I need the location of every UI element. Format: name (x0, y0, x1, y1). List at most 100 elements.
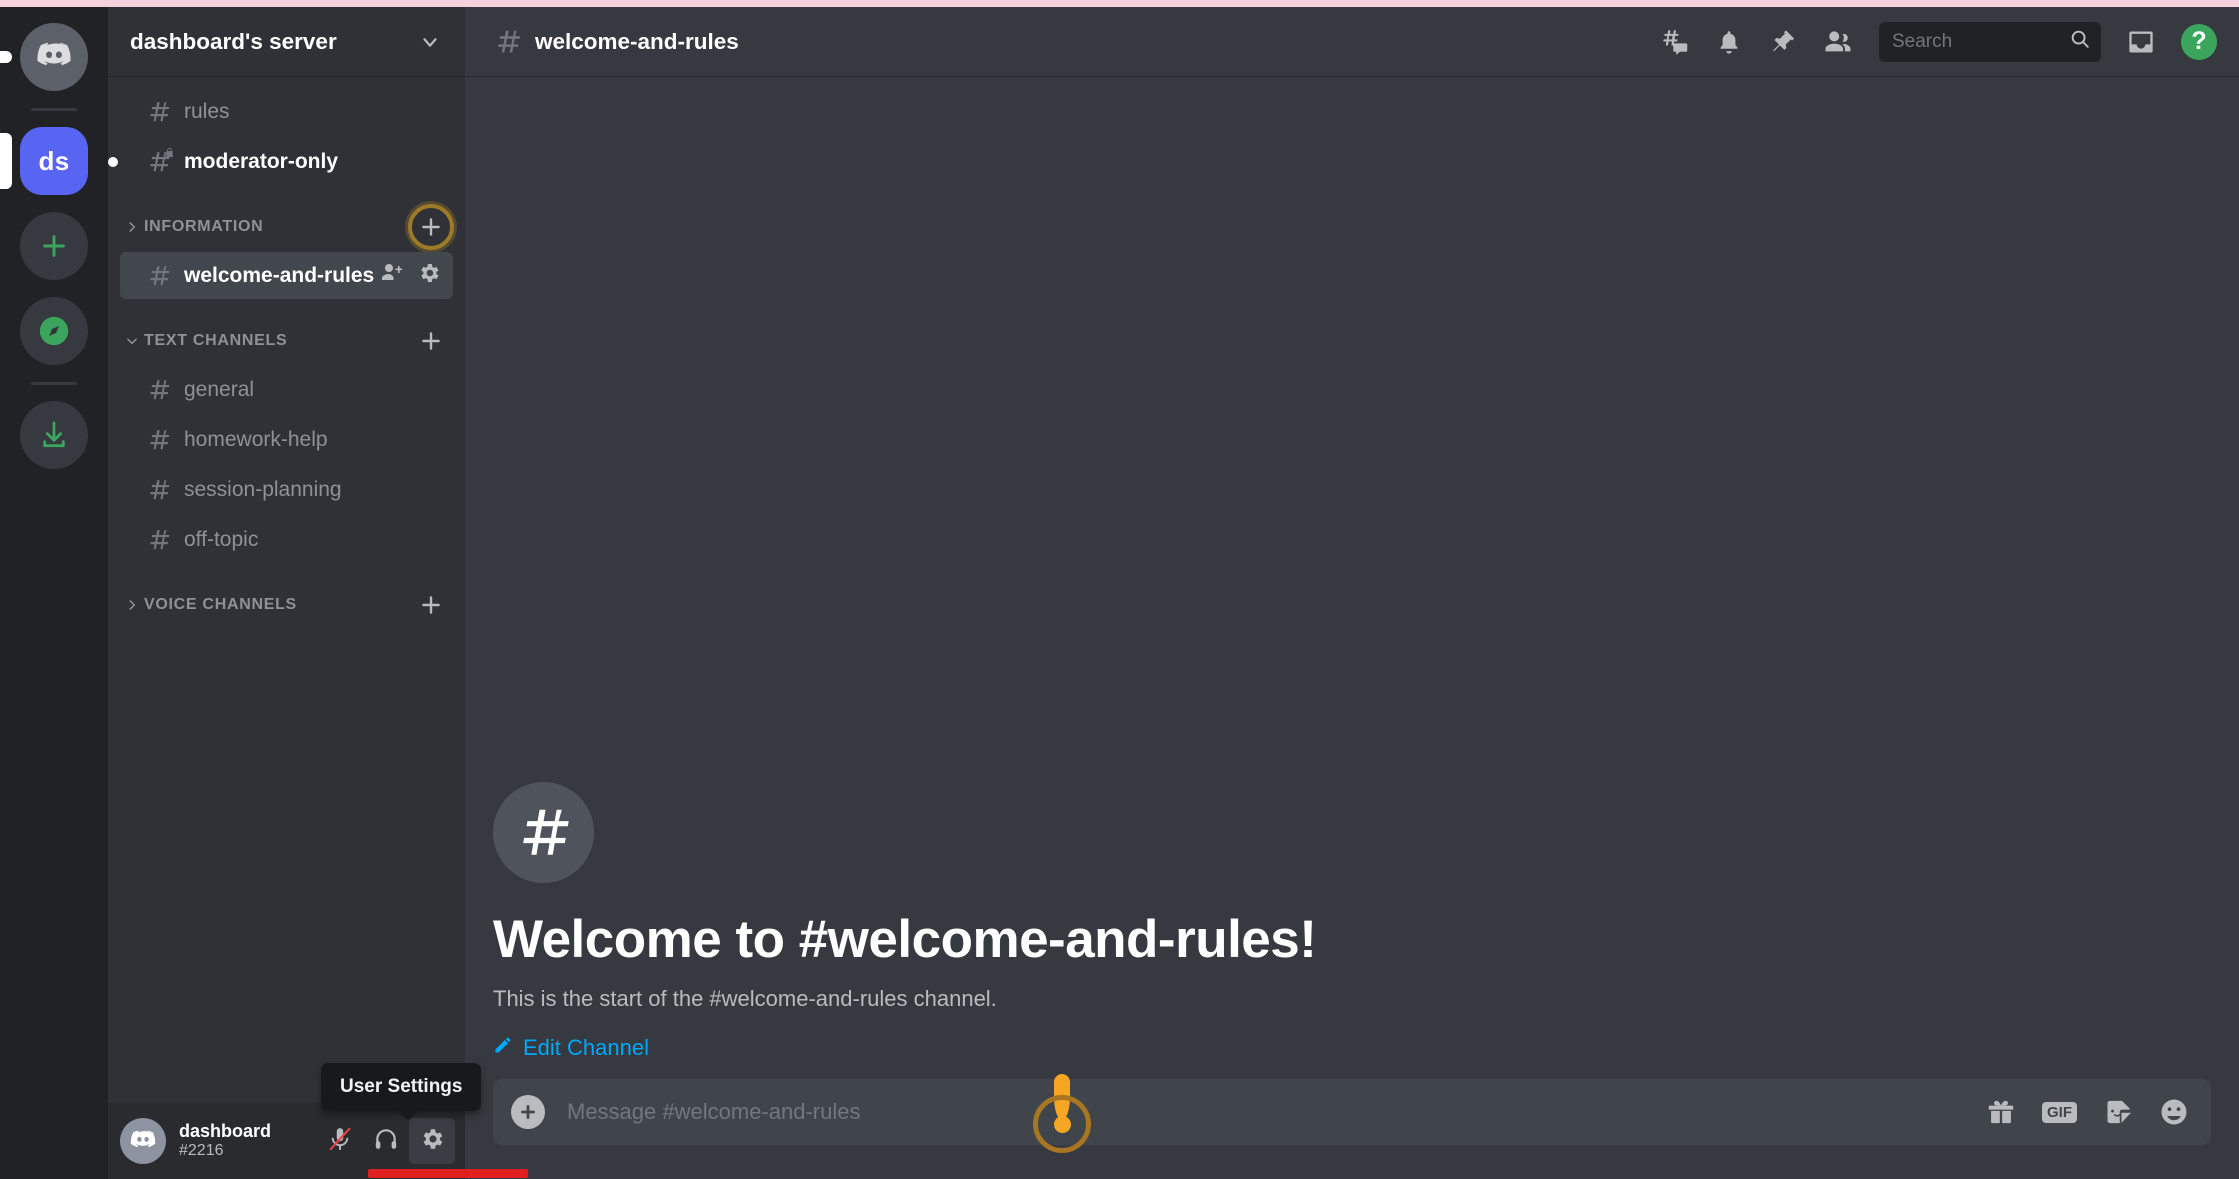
channel-row-welcome-and-rules[interactable]: welcome-and-rules (120, 252, 453, 299)
channel-name: welcome-and-rules (184, 263, 375, 287)
download-apps-button[interactable] (20, 401, 88, 469)
edit-channel-gear-icon[interactable] (417, 261, 441, 290)
user-name: dashboard (179, 1121, 272, 1142)
category-header-voice-channels[interactable]: VOICE CHANNELS (120, 585, 453, 625)
user-meta[interactable]: dashboard #2216 (179, 1121, 317, 1160)
hash-icon (144, 261, 174, 291)
add-server-button[interactable] (20, 212, 88, 280)
hash-icon (493, 27, 523, 57)
main-content: welcome-and-rules Search ? Welcome to #w… (465, 7, 2239, 1179)
channel-row-moderator-only[interactable]: moderator-only (108, 138, 453, 185)
unread-indicator (108, 156, 118, 167)
channel-row-general[interactable]: general (120, 366, 453, 413)
edit-channel-label: Edit Channel (523, 1035, 649, 1060)
server-active-pill (0, 133, 12, 189)
threads-icon[interactable] (1661, 28, 1689, 56)
channel-row-actions (380, 261, 441, 290)
rail-divider-top (31, 108, 77, 111)
user-settings-tooltip: User Settings (321, 1063, 482, 1120)
avatar[interactable] (120, 1118, 166, 1164)
user-settings-button[interactable] (409, 1118, 455, 1164)
microphone-muted-icon (327, 1126, 353, 1157)
gear-icon (419, 1126, 445, 1157)
search-icon (2069, 28, 2091, 55)
gif-icon[interactable]: GIF (2042, 1101, 2077, 1123)
channel-sidebar: dashboard's server rules moderator-only … (108, 7, 528, 1179)
page-title: welcome-and-rules (535, 28, 739, 54)
chevron-down-icon (419, 31, 441, 53)
sticker-icon[interactable] (2104, 1098, 2132, 1126)
category-header-information[interactable]: INFORMATION (120, 204, 454, 250)
chevron-down-icon (124, 334, 140, 348)
hash-icon (493, 782, 594, 883)
composer-toolbar: GIF (1987, 1097, 2189, 1127)
channel-list[interactable]: rules moderator-only INFORMATION welcome… (108, 76, 465, 1103)
download-icon (20, 401, 88, 469)
channel-welcome-block: Welcome to #welcome-and-rules! This is t… (493, 782, 2211, 1061)
home-button[interactable] (0, 23, 88, 91)
explore-servers-button[interactable] (20, 297, 88, 365)
hash-icon (144, 425, 174, 455)
category-label: INFORMATION (144, 218, 264, 235)
top-accent-strip (0, 0, 2239, 7)
create-invite-icon[interactable] (380, 261, 404, 290)
welcome-title: Welcome to #welcome-and-rules! (493, 910, 1317, 969)
channel-row-homework-help[interactable]: homework-help (120, 416, 453, 463)
compass-icon (20, 297, 88, 365)
add-channel-button-text-channels[interactable] (417, 327, 445, 355)
category-header-text-channels[interactable]: TEXT CHANNELS (120, 321, 453, 361)
composer-wrapper: Message #welcome-and-rules GIF (465, 1074, 2239, 1179)
emoji-icon[interactable] (2159, 1097, 2189, 1127)
attach-file-button[interactable] (511, 1095, 545, 1129)
search-input[interactable]: Search (1879, 21, 2101, 62)
rail-divider-bottom (31, 382, 77, 385)
channel-name: rules (184, 99, 230, 123)
message-input[interactable]: Message #welcome-and-rules (567, 1099, 1987, 1125)
hash-icon (144, 375, 174, 405)
message-list: Welcome to #welcome-and-rules! This is t… (465, 76, 2239, 1079)
plus-icon (20, 212, 88, 280)
search-placeholder: Search (1892, 30, 1953, 52)
add-channel-button-voice-channels[interactable] (417, 591, 445, 619)
server-avatar: ds (20, 127, 88, 195)
help-button[interactable]: ? (2181, 23, 2217, 60)
gift-icon[interactable] (1987, 1098, 2015, 1126)
channel-row-session-planning[interactable]: session-planning (120, 466, 453, 513)
header-toolbar: Search ? (1661, 21, 2217, 62)
hash-icon (144, 475, 174, 505)
channel-name: moderator-only (184, 149, 339, 173)
pin-icon[interactable] (1769, 28, 1797, 56)
hash-icon (144, 97, 174, 127)
channel-name: session-planning (184, 477, 342, 501)
hash-icon (144, 525, 174, 555)
discord-logo-icon (20, 23, 88, 91)
category-label: VOICE CHANNELS (144, 596, 297, 613)
headphones-icon (373, 1126, 399, 1157)
category-label: TEXT CHANNELS (144, 332, 288, 349)
message-composer[interactable]: Message #welcome-and-rules GIF (493, 1079, 2211, 1145)
channel-row-rules[interactable]: rules (120, 88, 453, 135)
channel-header: welcome-and-rules Search ? (465, 7, 2239, 76)
channel-row-off-topic[interactable]: off-topic (120, 516, 453, 563)
chevron-right-icon (124, 598, 140, 612)
inbox-icon[interactable] (2127, 28, 2155, 56)
server-ds[interactable]: ds (0, 127, 88, 195)
server-rail: ds (0, 7, 108, 1179)
members-icon[interactable] (1823, 27, 1853, 57)
mute-button[interactable] (317, 1118, 363, 1164)
chevron-right-icon (124, 220, 140, 234)
welcome-subtitle: This is the start of the #welcome-and-ru… (493, 986, 997, 1011)
server-name: dashboard's server (130, 28, 337, 54)
server-header-dropdown[interactable]: dashboard's server (108, 7, 465, 76)
deafen-button[interactable] (363, 1118, 409, 1164)
lock-badge-icon (164, 145, 175, 163)
pencil-icon (493, 1035, 513, 1061)
bell-icon[interactable] (1715, 28, 1743, 56)
edit-channel-link[interactable]: Edit Channel (493, 1035, 649, 1061)
hash-lock-icon (144, 147, 174, 177)
discord-app-window: ds dashboard's server rules moderator-on… (0, 7, 2239, 1179)
user-discriminator: #2216 (179, 1142, 224, 1160)
add-channel-button-information[interactable] (408, 204, 454, 250)
server-initials: ds (38, 145, 70, 176)
channel-name: general (184, 377, 255, 401)
